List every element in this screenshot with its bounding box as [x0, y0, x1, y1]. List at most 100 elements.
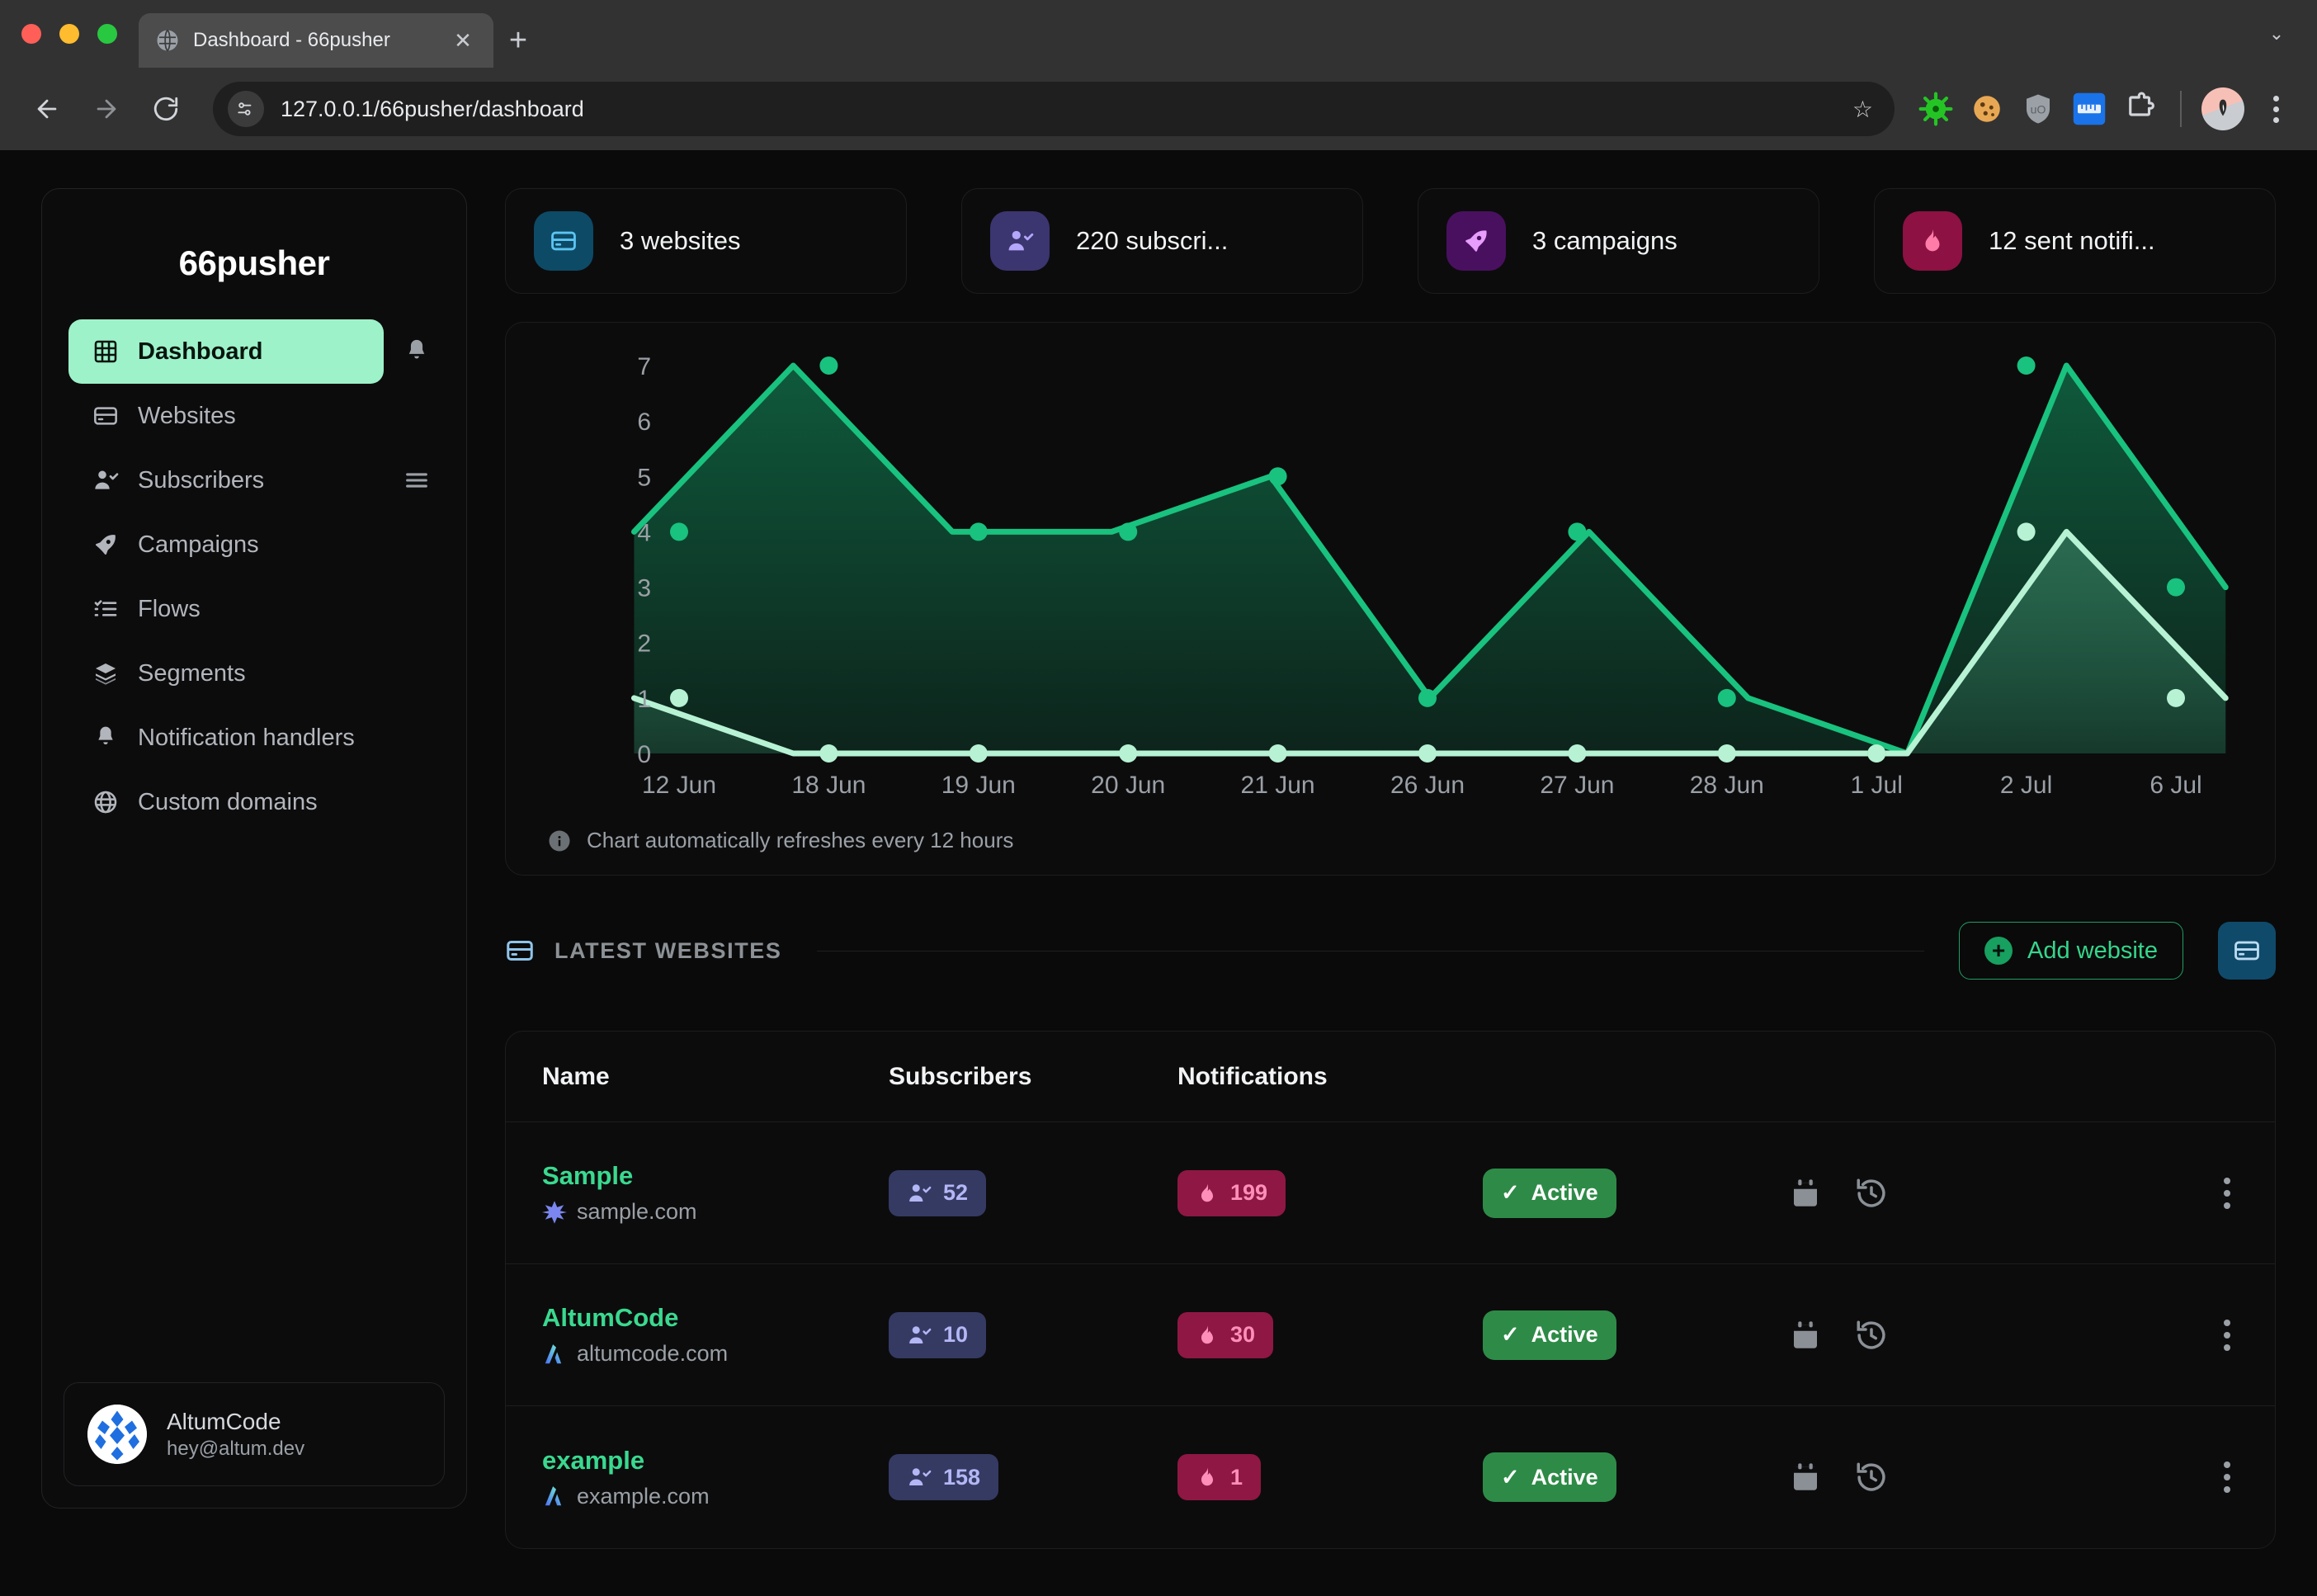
- sidebar-item-label: Websites: [138, 403, 236, 430]
- sidebar-profile[interactable]: AltumCode hey@altum.dev: [64, 1382, 445, 1486]
- sidebar-item-segments[interactable]: Segments: [68, 641, 384, 706]
- stat-card-websites[interactable]: 3 websites: [505, 188, 907, 294]
- stats-row: 3 websites 220 subscri... 3 campaigns: [505, 188, 2276, 294]
- stat-card-label: 220 subscri...: [1076, 226, 1228, 256]
- avatar: [87, 1405, 147, 1464]
- browser-profile-avatar[interactable]: [2201, 87, 2244, 130]
- website-name-link[interactable]: AltumCode: [542, 1303, 889, 1333]
- close-window-button[interactable]: [21, 24, 41, 44]
- address-bar[interactable]: 127.0.0.1/66pusher/dashboard ☆: [213, 82, 1895, 136]
- cookie-icon[interactable]: [1967, 89, 2007, 129]
- user-check-icon: [907, 1323, 932, 1348]
- site-favicon-icon: [542, 1200, 567, 1225]
- stat-card-subscribers[interactable]: 220 subscri...: [961, 188, 1363, 294]
- website-name-link[interactable]: Sample: [542, 1161, 889, 1191]
- subscribers-count: 158: [943, 1465, 980, 1490]
- chevron-down-icon[interactable]: ⌄: [2254, 12, 2299, 56]
- sidebar-item-campaigns[interactable]: Campaigns: [68, 512, 384, 577]
- page-content: 66pusher Dashboard: [0, 150, 2317, 1596]
- layers-icon: [92, 659, 120, 687]
- calendar-icon[interactable]: [1788, 1460, 1823, 1494]
- reload-button[interactable]: [140, 83, 191, 135]
- window-traffic-lights: [21, 0, 139, 68]
- status-badge: ✓ Active: [1483, 1452, 1616, 1502]
- row-actions: [1788, 1176, 1953, 1211]
- minimize-window-button[interactable]: [59, 24, 79, 44]
- column-header-notifications: Notifications: [1177, 1063, 1483, 1091]
- bell-icon: [92, 724, 120, 752]
- browser-icon: [505, 936, 535, 966]
- bookmark-star-icon[interactable]: ☆: [1852, 96, 1880, 123]
- stat-card-label: 3 campaigns: [1532, 226, 1678, 256]
- rocket-icon: [1446, 211, 1506, 271]
- bell-icon[interactable]: [394, 328, 440, 375]
- ublock-origin-icon[interactable]: uO: [2018, 89, 2058, 129]
- svg-text:uO: uO: [2031, 102, 2046, 116]
- tab-strip: Dashboard - 66pusher ✕ + ⌄: [0, 0, 2317, 68]
- sidebar-row-flows: Flows: [68, 577, 440, 641]
- browser-menu-icon[interactable]: [2256, 89, 2296, 129]
- main-content: 3 websites 220 subscri... 3 campaigns: [467, 188, 2276, 1596]
- site-settings-icon[interactable]: [228, 91, 264, 127]
- sidebar-row-segments: Segments: [68, 641, 440, 706]
- sidebar-item-dashboard[interactable]: Dashboard: [68, 319, 384, 384]
- table-row[interactable]: example example.com 158: [506, 1406, 2275, 1548]
- plus-icon: +: [1984, 937, 2013, 965]
- sidebar-item-flows[interactable]: Flows: [68, 577, 384, 641]
- puzzle-extensions-icon[interactable]: [2121, 89, 2160, 129]
- sidebar-item-subscribers[interactable]: Subscribers: [68, 448, 384, 512]
- status-badge: ✓ Active: [1483, 1169, 1616, 1218]
- kebab-menu-icon[interactable]: [2216, 1453, 2239, 1501]
- kebab-menu-icon[interactable]: [2216, 1169, 2239, 1217]
- stat-card-campaigns[interactable]: 3 campaigns: [1418, 188, 1819, 294]
- add-website-button[interactable]: + Add website: [1959, 922, 2183, 980]
- sidebar-profile-text: AltumCode hey@altum.dev: [167, 1407, 304, 1461]
- chart-area[interactable]: 0123456712 Jun18 Jun19 Jun20 Jun21 Jun26…: [531, 351, 2250, 813]
- view-all-websites-button[interactable]: [2218, 922, 2276, 980]
- flame-icon: [1196, 1324, 1219, 1347]
- url-text: 127.0.0.1/66pusher/dashboard: [281, 97, 1836, 122]
- subscribers-count: 10: [943, 1322, 968, 1348]
- back-button[interactable]: [21, 83, 73, 135]
- table-row[interactable]: AltumCode altumcode.com 10: [506, 1264, 2275, 1406]
- forward-button[interactable]: [81, 83, 132, 135]
- sidebar-item-websites[interactable]: Websites: [68, 384, 384, 448]
- check-icon: ✓: [1501, 1180, 1520, 1206]
- checklist-icon: [92, 595, 120, 623]
- status-badge: ✓ Active: [1483, 1310, 1616, 1360]
- sidebar-nav: Dashboard Websites: [42, 319, 466, 834]
- sidebar-item-notification-handlers[interactable]: Notification handlers: [68, 706, 384, 770]
- virus-green-icon[interactable]: [1916, 89, 1956, 129]
- user-check-icon: [907, 1465, 932, 1490]
- new-tab-button[interactable]: +: [493, 13, 543, 68]
- section-title: LATEST WEBSITES: [554, 938, 782, 964]
- kebab-menu-icon[interactable]: [2216, 1311, 2239, 1359]
- close-tab-icon[interactable]: ✕: [449, 26, 477, 54]
- sidebar-item-label: Custom domains: [138, 789, 318, 816]
- flame-icon: [1196, 1466, 1219, 1489]
- history-icon[interactable]: [1854, 1460, 1889, 1494]
- browser-icon: [534, 211, 593, 271]
- toolbar-divider: [2180, 91, 2182, 127]
- user-check-icon: [907, 1181, 932, 1206]
- browser-tab[interactable]: Dashboard - 66pusher ✕: [139, 13, 493, 68]
- sidebar-item-custom-domains[interactable]: Custom domains: [68, 770, 384, 834]
- website-name-link[interactable]: example: [542, 1446, 889, 1476]
- subscribers-badge: 52: [889, 1170, 986, 1216]
- calendar-icon[interactable]: [1788, 1176, 1823, 1211]
- hamburger-icon[interactable]: [394, 457, 440, 503]
- history-icon[interactable]: [1854, 1318, 1889, 1353]
- table-row[interactable]: Sample sample.com 52: [506, 1122, 2275, 1264]
- maximize-window-button[interactable]: [97, 24, 117, 44]
- ruler-blue-icon[interactable]: [2069, 89, 2109, 129]
- sidebar-row-spacer: [394, 522, 440, 568]
- area-chart: [531, 351, 2250, 813]
- calendar-icon[interactable]: [1788, 1318, 1823, 1353]
- website-name-cell: Sample sample.com: [542, 1161, 889, 1225]
- sidebar-row-spacer: [394, 393, 440, 439]
- history-icon[interactable]: [1854, 1176, 1889, 1211]
- sidebar-item-label: Subscribers: [138, 467, 264, 494]
- website-domain-text: example.com: [577, 1484, 710, 1509]
- sidebar: 66pusher Dashboard: [41, 188, 467, 1509]
- stat-card-sent-notifications[interactable]: 12 sent notifi...: [1874, 188, 2276, 294]
